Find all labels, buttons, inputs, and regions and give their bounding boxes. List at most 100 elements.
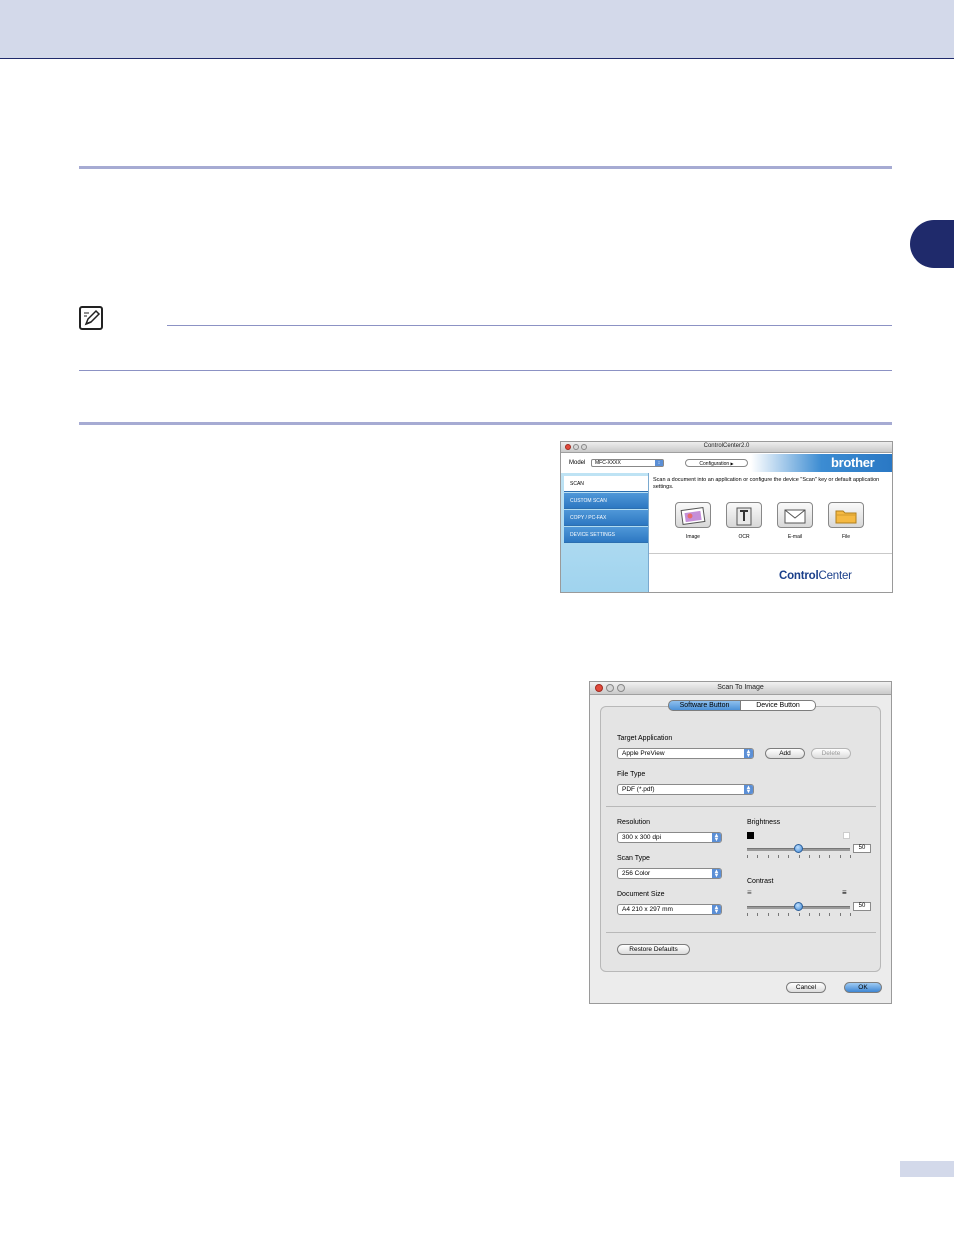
tab-software-button[interactable]: Software Button [668, 700, 741, 711]
ocr-icon [736, 507, 752, 526]
contrast-label: Contrast [747, 878, 774, 885]
scan-ocr-button[interactable] [726, 502, 762, 528]
slider-tick [839, 913, 841, 916]
window-title: ControlCenter2.0 [703, 443, 750, 449]
section-divider [606, 806, 876, 807]
slider-tick [767, 855, 769, 858]
slider-tick [839, 855, 841, 858]
contrast-ticks [747, 913, 851, 917]
model-select[interactable]: MFC-XXXX ↕ [591, 459, 664, 467]
updown-arrow-icon: ↕ [655, 460, 663, 466]
updown-arrow-icon: ▲ ▼ [744, 749, 753, 759]
window-title: Scan To Image [717, 684, 764, 691]
target-application-label: Target Application [617, 735, 673, 742]
brightness-label: Brightness [747, 819, 781, 826]
tab-device-button[interactable]: Device Button [741, 700, 816, 711]
file-type-value: PDF (*.pdf) [622, 786, 655, 793]
resolution-value: 300 x 300 dpi [622, 834, 662, 841]
brother-logo: brother [831, 455, 875, 470]
note-top-rule [167, 325, 892, 326]
light-square-icon [843, 832, 850, 839]
slider-tick [798, 913, 800, 916]
slider-tick [788, 855, 790, 858]
configuration-button[interactable]: Configuration ▶ [685, 459, 748, 467]
slider-tick [757, 913, 759, 916]
scan-image-button[interactable] [675, 502, 711, 528]
brightness-value-field[interactable]: 50 [853, 844, 871, 853]
slider-tick [819, 913, 821, 916]
image-icon [680, 506, 706, 526]
section-divider [79, 166, 892, 169]
title-bar: Scan To Image [590, 682, 891, 695]
control-center-logo: ControlCenter [779, 570, 852, 582]
content-divider [649, 553, 892, 554]
sidebar: SCAN CUSTOM SCAN COPY / PC-FAX DEVICE SE… [561, 473, 649, 592]
restore-defaults-button[interactable]: Restore Defaults [617, 944, 690, 955]
add-button[interactable]: Add [765, 748, 805, 759]
document-size-select[interactable]: A4 210 x 297 mm ▲ ▼ [617, 904, 722, 915]
contrast-slider-thumb[interactable] [794, 902, 803, 911]
slider-tick [747, 913, 748, 916]
folder-icon [835, 510, 857, 524]
slider-tick [767, 913, 769, 916]
page-header-band [0, 0, 954, 58]
delete-button[interactable]: Delete [811, 748, 851, 759]
logo-bold-text: Control [779, 570, 819, 582]
scan-file-button[interactable] [828, 502, 864, 528]
slider-tick [757, 855, 759, 858]
slider-tick [808, 913, 810, 916]
file-type-label: File Type [617, 771, 646, 778]
image-label: Image [686, 534, 700, 540]
dark-square-icon [747, 832, 754, 839]
model-select-value: MFC-XXXX [595, 460, 621, 466]
target-application-select[interactable]: Apple PreView ▲ ▼ [617, 748, 754, 759]
page-header-rule [0, 58, 954, 59]
file-type-select[interactable]: PDF (*.pdf) ▲ ▼ [617, 784, 754, 795]
slider-tick [777, 913, 779, 916]
slider-tick [850, 913, 851, 916]
sidebar-item-copy-pc-fax[interactable]: COPY / PC-FAX [564, 510, 648, 526]
slider-tick [798, 855, 800, 858]
page-number-tab [900, 1161, 954, 1177]
configuration-label: Configuration [699, 461, 730, 467]
scan-email-button[interactable] [777, 502, 813, 528]
scan-type-select[interactable]: 256 Color ▲ ▼ [617, 868, 722, 879]
scan-type-label: Scan Type [617, 855, 650, 862]
slider-tick [829, 855, 831, 858]
file-label: File [841, 534, 851, 540]
logo-light-text: Center [818, 570, 852, 582]
triangle-right-icon: ▶ [730, 461, 734, 466]
ok-button[interactable]: OK [844, 982, 882, 993]
document-size-value: A4 210 x 297 mm [622, 906, 673, 913]
updown-arrow-icon: ▲ ▼ [712, 833, 721, 843]
sidebar-item-custom-scan[interactable]: CUSTOM SCAN [564, 493, 648, 509]
section-divider [79, 422, 892, 425]
slider-tick [829, 913, 831, 916]
high-contrast-icon: ≡ [842, 888, 847, 897]
section-divider [606, 932, 876, 933]
brightness-slider-thumb[interactable] [794, 844, 803, 853]
resolution-label: Resolution [617, 819, 651, 826]
slider-tick [777, 855, 779, 858]
cancel-button[interactable]: Cancel [786, 982, 826, 993]
updown-arrow-icon: ▲ ▼ [744, 785, 753, 795]
note-bottom-rule [79, 370, 892, 371]
note-icon [79, 306, 103, 330]
ocr-label: OCR [738, 534, 750, 540]
sidebar-item-scan[interactable]: SCAN [564, 476, 648, 492]
contrast-value-field[interactable]: 50 [853, 902, 871, 911]
brightness-ticks [747, 855, 851, 859]
document-size-label: Document Size [617, 891, 665, 898]
resolution-select[interactable]: 300 x 300 dpi ▲ ▼ [617, 832, 722, 843]
title-bar: ControlCenter2.0 [561, 442, 892, 453]
model-label: Model [569, 460, 586, 466]
scan-description: Scan a document into an application or c… [653, 477, 880, 490]
updown-arrow-icon: ▲ ▼ [712, 869, 721, 879]
updown-arrow-icon: ▲ ▼ [712, 905, 721, 915]
scan-to-image-dialog: Scan To Image Software Button Device But… [589, 681, 892, 1004]
slider-tick [850, 855, 851, 858]
email-label: E-mail [787, 534, 803, 540]
slider-tick [788, 913, 790, 916]
control-center-window: ControlCenter2.0 brother Model MFC-XXXX … [560, 441, 893, 593]
sidebar-item-device-settings[interactable]: DEVICE SETTINGS [564, 527, 648, 543]
